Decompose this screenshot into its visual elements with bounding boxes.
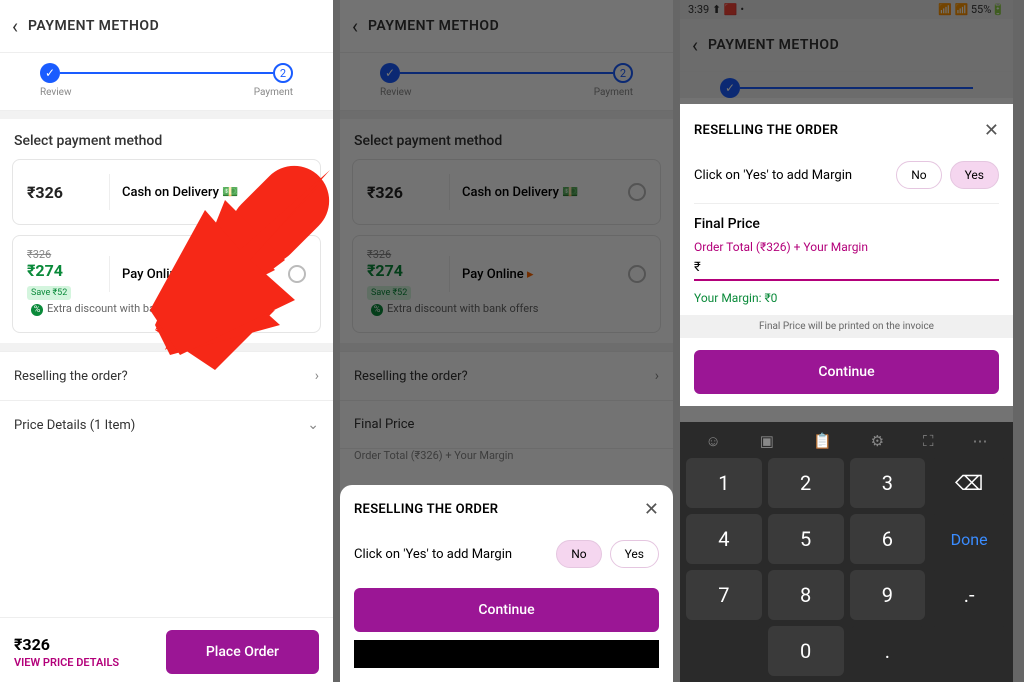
online-price: ₹274 — [27, 261, 97, 280]
key-5[interactable]: 5 — [768, 514, 844, 564]
screen-2: ‹PAYMENT METHOD ✓2ReviewPayment Select p… — [340, 0, 673, 682]
chevron-right-icon: › — [315, 368, 319, 384]
reselling-sheet-expanded: RESELLING THE ORDER ✕ Click on 'Yes' to a… — [680, 104, 1013, 406]
chevron-down-icon: ⌄ — [307, 417, 319, 433]
place-order-button[interactable]: Place Order — [166, 630, 319, 674]
gif-icon[interactable]: ▣ — [760, 432, 774, 450]
step-payment-label: Payment — [254, 87, 293, 98]
stepper: ✓ 2 Review Payment — [0, 53, 333, 111]
key-dot[interactable]: . — [850, 626, 926, 676]
key-8[interactable]: 8 — [768, 570, 844, 620]
sheet-message: Click on 'Yes' to add Margin — [354, 547, 512, 562]
cod-price: ₹326 — [27, 183, 97, 202]
your-margin-text: Your Margin: ₹0 — [694, 291, 999, 305]
divider — [0, 111, 333, 119]
nav-bar — [354, 640, 659, 668]
continue-button[interactable]: Continue — [694, 350, 999, 394]
close-icon[interactable]: ✕ — [984, 120, 999, 141]
clipboard-icon[interactable]: 📋 — [813, 432, 832, 450]
reselling-sheet: RESELLING THE ORDER ✕ Click on 'Yes' to a… — [340, 485, 673, 682]
no-button[interactable]: No — [556, 540, 601, 568]
close-icon[interactable]: ✕ — [644, 499, 659, 520]
yes-button[interactable]: Yes — [610, 540, 659, 568]
key-done[interactable]: Done — [931, 514, 1007, 564]
emoji-icon[interactable]: ☺ — [705, 432, 720, 450]
key-6[interactable]: 6 — [850, 514, 926, 564]
scan-icon[interactable]: ⛶ — [923, 432, 934, 450]
screen-3: 3:39 ⬆ 🟥 • 📶 📶 55%🔋 ‹PAYMENT METHOD ✓ RE… — [680, 0, 1013, 682]
view-price-details-link[interactable]: VIEW PRICE DETAILS — [14, 656, 119, 669]
numeric-keyboard: ☺ ▣ 📋 ⚙ ⛶ ⋯ 1 2 3 ⌫ 4 5 6 Done 7 8 9 .- … — [680, 422, 1013, 682]
page-title: PAYMENT METHOD — [28, 18, 159, 34]
key-3[interactable]: 3 — [850, 458, 926, 508]
step-payment-dot: 2 — [273, 63, 293, 83]
no-button[interactable]: No — [896, 161, 941, 189]
key-4[interactable]: 4 — [686, 514, 762, 564]
sheet-title: RESELLING THE ORDER — [694, 123, 838, 138]
step-review-label: Review — [40, 87, 72, 98]
footer-price: ₹326 — [14, 635, 119, 654]
margin-input[interactable]: ₹ — [694, 260, 999, 281]
step-review-dot: ✓ — [40, 63, 60, 83]
continue-button[interactable]: Continue — [354, 588, 659, 632]
annotation-arrow-icon — [145, 150, 333, 370]
key-2[interactable]: 2 — [768, 458, 844, 508]
key-backspace[interactable]: ⌫ — [931, 458, 1007, 508]
order-total-text: Order Total (₹326) + Your Margin — [694, 240, 999, 254]
key-1[interactable]: 1 — [686, 458, 762, 508]
header: ‹ PAYMENT METHOD — [0, 0, 333, 53]
online-save: Save ₹52 — [27, 286, 71, 300]
sheet-message: Click on 'Yes' to add Margin — [694, 168, 852, 183]
key-9[interactable]: 9 — [850, 570, 926, 620]
gear-icon[interactable]: ⚙ — [871, 432, 884, 450]
yes-button[interactable]: Yes — [950, 161, 999, 189]
key-dash[interactable]: .- — [931, 570, 1007, 620]
key-blank2[interactable] — [931, 626, 1007, 676]
percent-icon: % — [31, 304, 43, 316]
step-line — [60, 72, 273, 74]
more-icon[interactable]: ⋯ — [973, 432, 988, 450]
back-icon[interactable]: ‹ — [12, 14, 18, 38]
invoice-note: Final Price will be printed on the invoi… — [680, 315, 1013, 338]
key-7[interactable]: 7 — [686, 570, 762, 620]
key-blank[interactable] — [686, 626, 762, 676]
price-details-row[interactable]: Price Details (1 Item) ⌄ — [0, 400, 333, 449]
online-strike: ₹326 — [27, 248, 97, 261]
footer: ₹326 VIEW PRICE DETAILS Place Order — [0, 617, 333, 682]
final-price-label: Final Price — [694, 216, 999, 232]
key-0[interactable]: 0 — [768, 626, 844, 676]
sheet-title: RESELLING THE ORDER — [354, 502, 498, 517]
screen-1: ‹ PAYMENT METHOD ✓ 2 Review Payment Sele… — [0, 0, 333, 682]
